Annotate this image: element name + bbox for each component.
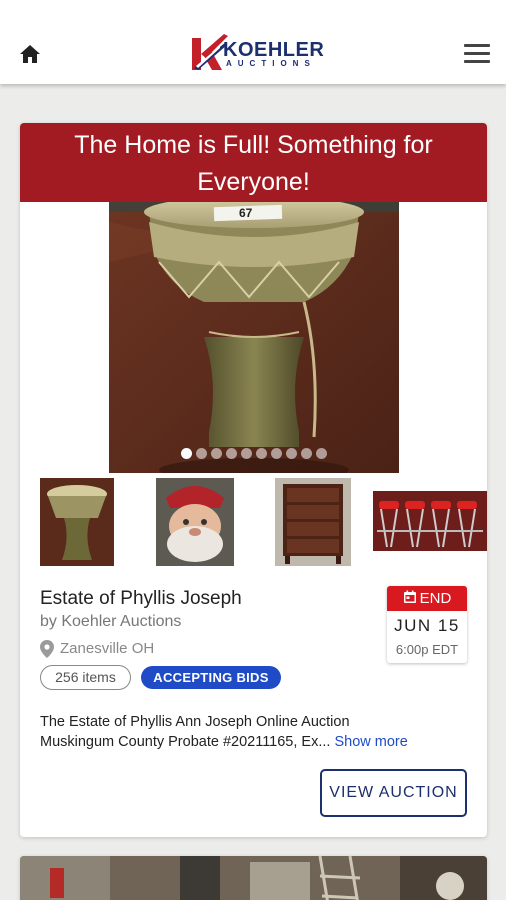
thumbnail-dresser[interactable]: [275, 478, 351, 569]
carousel-dot[interactable]: [210, 448, 222, 460]
location-text: Zanesville OH: [60, 640, 155, 657]
thumbnail-stools[interactable]: [373, 491, 487, 556]
end-date-box: END JUN 15 6:00p EDT: [387, 586, 467, 663]
description-line-2: Muskingum County Probate #20211165, Ex..…: [40, 732, 460, 752]
status-badge: ACCEPTING BIDS: [141, 666, 281, 689]
carousel-dot[interactable]: [225, 448, 237, 460]
show-more-link[interactable]: Show more: [334, 734, 407, 750]
carousel-dot[interactable]: [255, 448, 267, 460]
carousel-dot[interactable]: [315, 448, 327, 460]
description-line-2-text: Muskingum County Probate #20211165, Ex..…: [40, 734, 331, 750]
end-date: JUN 15: [394, 616, 460, 635]
carousel-dot[interactable]: [270, 448, 282, 460]
end-label: END: [419, 590, 452, 607]
thumbnail-strip: [20, 475, 487, 569]
hero-image[interactable]: 67: [109, 202, 399, 473]
location-pin-icon: [40, 640, 54, 658]
auction-title[interactable]: Estate of Phyllis Joseph: [40, 588, 242, 610]
auction-byline: by Koehler Auctions: [40, 613, 182, 630]
koehler-logo[interactable]: KOEHLER AUCTIONS: [190, 32, 324, 72]
carousel-dot-active[interactable]: [180, 448, 192, 460]
logo-subtitle: AUCTIONS: [226, 59, 316, 68]
end-time: 6:00p EDT: [395, 642, 459, 657]
end-header: END: [387, 586, 467, 611]
calendar-icon: [403, 590, 416, 603]
lot-number-tag: 67: [239, 206, 253, 220]
carousel-dots: [20, 445, 487, 460]
carousel-dot[interactable]: [300, 448, 312, 460]
auction-banner: The Home is Full! Something for Everyone…: [20, 123, 487, 202]
view-auction-button[interactable]: VIEW AUCTION: [320, 769, 467, 817]
description-line-1: The Estate of Phyllis Ann Joseph Online …: [40, 714, 350, 730]
items-count-badge: 256 items: [40, 665, 131, 690]
banner-line-1: The Home is Full! Something for: [74, 131, 433, 159]
app-header: KOEHLER AUCTIONS: [0, 0, 506, 84]
home-icon[interactable]: [18, 42, 42, 66]
auction-card: The Home is Full! Something for Everyone…: [20, 123, 487, 837]
logo-name: KOEHLER: [223, 39, 325, 61]
carousel-dot[interactable]: [240, 448, 252, 460]
auction-description: The Estate of Phyllis Ann Joseph Online …: [40, 712, 460, 752]
thumbnail-santa[interactable]: [156, 478, 234, 569]
thumbnail-drum[interactable]: [40, 478, 114, 569]
carousel-dot[interactable]: [195, 448, 207, 460]
banner-line-2: Everyone!: [197, 168, 310, 196]
carousel-dot[interactable]: [285, 448, 297, 460]
next-auction-card[interactable]: [20, 856, 487, 900]
hamburger-menu-icon[interactable]: [464, 44, 490, 64]
